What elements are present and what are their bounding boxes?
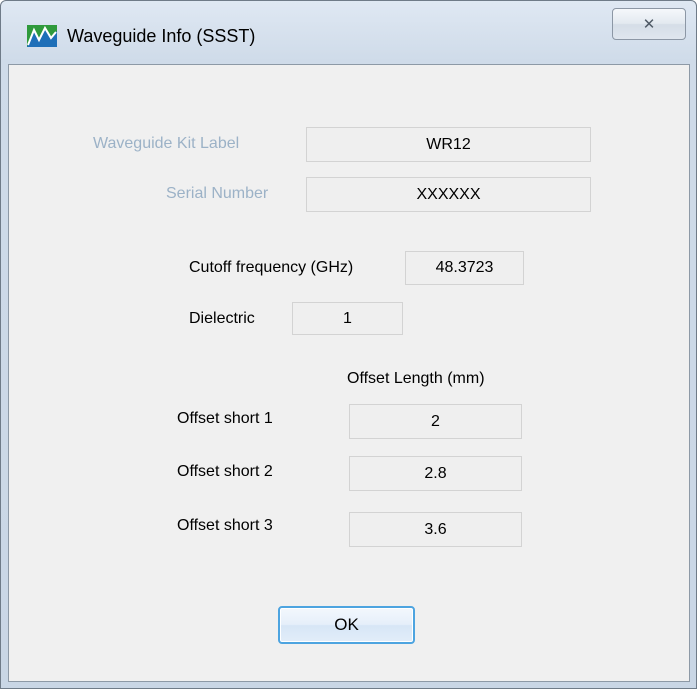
dielectric-field[interactable]: 1	[292, 302, 403, 335]
cutoff-frequency-field[interactable]: 48.3723	[405, 251, 524, 285]
offset-short-3-field[interactable]: 3.6	[349, 512, 522, 547]
dialog-window: Waveguide Info (SSST) ✕ Waveguide Kit La…	[0, 0, 697, 689]
offset-short-3-caption: Offset short 3	[177, 517, 273, 534]
dialog-client-area: Waveguide Kit Label WR12 Serial Number X…	[8, 64, 690, 682]
ok-button[interactable]: OK	[278, 606, 415, 644]
waveguide-app-icon	[27, 25, 57, 47]
offset-short-1-caption: Offset short 1	[177, 410, 273, 427]
offset-short-2-caption: Offset short 2	[177, 463, 273, 480]
dielectric-caption: Dielectric	[189, 310, 255, 327]
close-icon: ✕	[642, 15, 656, 33]
cutoff-frequency-caption: Cutoff frequency (GHz)	[189, 259, 354, 276]
kit-label-field[interactable]: WR12	[306, 127, 591, 162]
serial-number-field[interactable]: XXXXXX	[306, 177, 591, 212]
serial-number-caption: Serial Number	[166, 185, 269, 202]
title-bar: Waveguide Info (SSST) ✕	[1, 1, 698, 65]
kit-label-caption: Waveguide Kit Label	[93, 135, 240, 152]
offset-short-1-field[interactable]: 2	[349, 404, 522, 439]
window-title: Waveguide Info (SSST)	[67, 26, 256, 46]
offset-short-2-field[interactable]: 2.8	[349, 456, 522, 491]
offset-length-header: Offset Length (mm)	[347, 370, 485, 387]
close-button[interactable]: ✕	[612, 8, 686, 40]
